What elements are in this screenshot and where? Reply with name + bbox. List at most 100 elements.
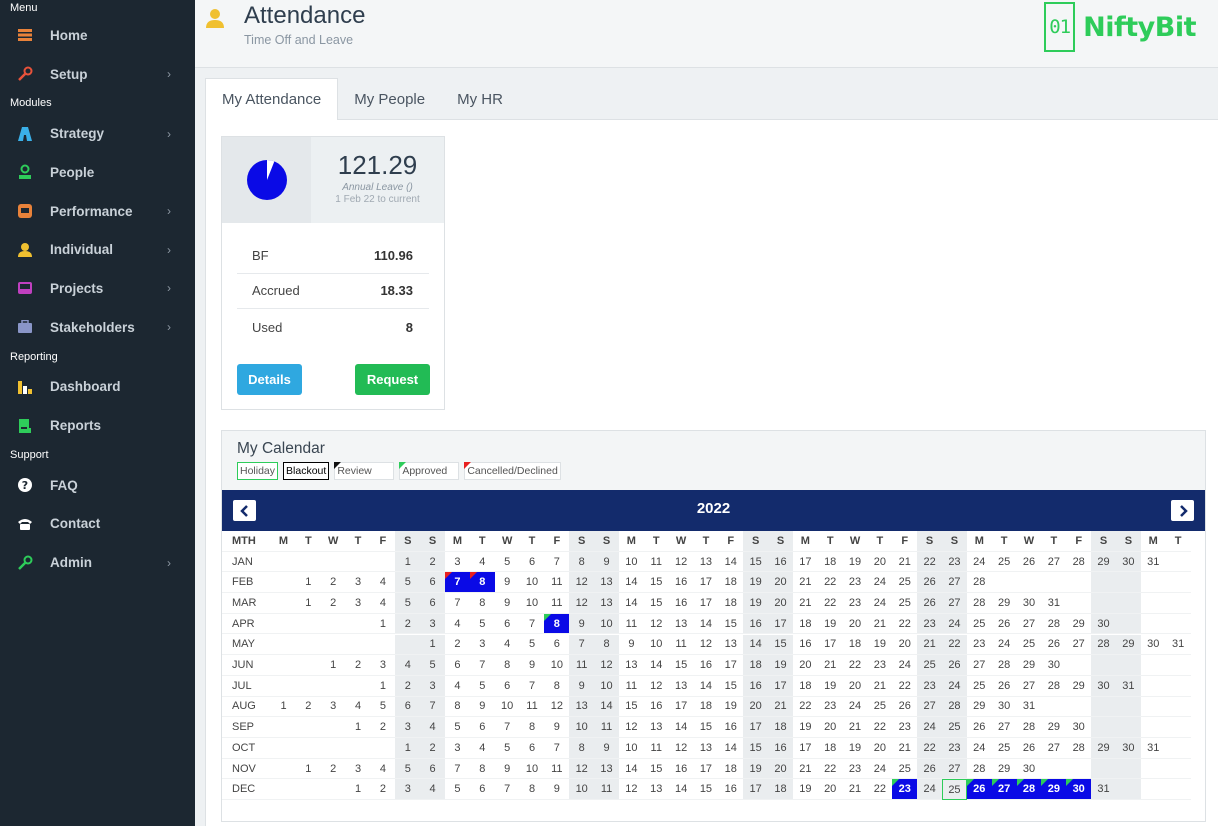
calendar-day[interactable]: 24 bbox=[941, 613, 967, 635]
calendar-day[interactable]: 25 bbox=[892, 759, 918, 780]
calendar-day[interactable]: 3 bbox=[469, 635, 495, 656]
calendar-day[interactable]: 28 bbox=[1016, 779, 1042, 801]
calendar-day[interactable]: 2 bbox=[395, 675, 421, 697]
calendar-day[interactable]: 11 bbox=[519, 697, 545, 718]
calendar-day[interactable]: 11 bbox=[668, 635, 694, 656]
calendar-day[interactable]: 1 bbox=[370, 614, 396, 635]
calendar-day[interactable]: 4 bbox=[370, 572, 396, 594]
calendar-day[interactable]: 18 bbox=[718, 759, 744, 780]
calendar-day[interactable]: 2 bbox=[295, 697, 321, 718]
calendar-day[interactable]: 24 bbox=[966, 738, 992, 759]
calendar-day[interactable]: 14 bbox=[668, 779, 694, 801]
calendar-day[interactable]: 29 bbox=[1041, 779, 1067, 801]
calendar-day[interactable]: 17 bbox=[768, 613, 793, 635]
calendar-day[interactable]: 13 bbox=[718, 635, 744, 656]
calendar-day[interactable]: 22 bbox=[842, 655, 868, 676]
calendar-day[interactable]: 13 bbox=[693, 738, 719, 759]
calendar-day[interactable]: 17 bbox=[743, 779, 769, 801]
calendar-day[interactable]: 6 bbox=[494, 676, 520, 697]
calendar-day[interactable]: 19 bbox=[867, 635, 893, 656]
calendar-day[interactable]: 21 bbox=[892, 552, 918, 573]
calendar-day[interactable]: 24 bbox=[867, 759, 893, 780]
calendar-day[interactable]: 21 bbox=[917, 634, 943, 656]
calendar-day[interactable]: 12 bbox=[643, 614, 669, 635]
sidebar-item-performance[interactable]: Performance › bbox=[0, 192, 195, 231]
calendar-day[interactable]: 7 bbox=[420, 696, 446, 718]
calendar-day[interactable]: 7 bbox=[494, 717, 520, 738]
calendar-day[interactable]: 30 bbox=[1140, 635, 1166, 656]
calendar-day[interactable]: 27 bbox=[1016, 614, 1042, 635]
calendar-day[interactable]: 21 bbox=[768, 696, 793, 718]
calendar-day[interactable]: 28 bbox=[1016, 717, 1042, 738]
calendar-day[interactable]: 14 bbox=[618, 759, 644, 780]
calendar-day[interactable]: 28 bbox=[1091, 634, 1117, 656]
calendar-day[interactable]: 25 bbox=[991, 552, 1017, 573]
calendar-day[interactable]: 6 bbox=[494, 614, 520, 635]
calendar-day[interactable]: 22 bbox=[817, 759, 843, 780]
calendar-day[interactable]: 10 bbox=[519, 759, 545, 780]
calendar-day[interactable]: 5 bbox=[519, 635, 545, 656]
calendar-day[interactable]: 28 bbox=[966, 593, 992, 614]
calendar-day[interactable]: 8 bbox=[519, 779, 545, 801]
calendar-day[interactable]: 26 bbox=[966, 779, 992, 801]
calendar-day[interactable]: 29 bbox=[966, 697, 992, 718]
calendar-day[interactable]: 4 bbox=[370, 593, 396, 614]
calendar-day[interactable]: 1 bbox=[295, 572, 321, 594]
calendar-day[interactable]: 25 bbox=[892, 572, 918, 594]
calendar-day[interactable]: 15 bbox=[768, 634, 793, 656]
calendar-day[interactable]: 9 bbox=[494, 593, 520, 614]
calendar-day[interactable]: 24 bbox=[991, 635, 1017, 656]
calendar-day[interactable]: 6 bbox=[420, 758, 446, 780]
calendar-day[interactable]: 24 bbox=[917, 717, 943, 738]
calendar-day[interactable]: 9 bbox=[569, 613, 595, 635]
calendar-day[interactable]: 23 bbox=[917, 675, 943, 697]
calendar-day[interactable]: 12 bbox=[618, 779, 644, 801]
sidebar-item-people[interactable]: People bbox=[0, 153, 195, 192]
calendar-day[interactable]: 21 bbox=[842, 779, 868, 801]
calendar-day[interactable]: 22 bbox=[817, 593, 843, 614]
calendar-day[interactable]: 11 bbox=[643, 738, 669, 759]
calendar-day[interactable]: 26 bbox=[941, 655, 967, 676]
calendar-day[interactable]: 14 bbox=[668, 717, 694, 738]
calendar-day[interactable]: 3 bbox=[444, 738, 470, 759]
calendar-day[interactable]: 14 bbox=[693, 614, 719, 635]
calendar-day[interactable]: 26 bbox=[917, 572, 943, 594]
calendar-day[interactable]: 9 bbox=[569, 675, 595, 697]
calendar-day[interactable]: 31 bbox=[1016, 697, 1042, 718]
calendar-day[interactable]: 1 bbox=[395, 551, 421, 573]
calendar-day[interactable]: 24 bbox=[966, 552, 992, 573]
calendar-day[interactable]: 19 bbox=[842, 738, 868, 759]
calendar-day[interactable]: 18 bbox=[743, 655, 769, 676]
sidebar-item-dashboard[interactable]: Dashboard bbox=[0, 368, 195, 407]
calendar-day[interactable]: 4 bbox=[494, 635, 520, 656]
calendar-day[interactable]: 15 bbox=[718, 614, 744, 635]
calendar-day[interactable]: 16 bbox=[668, 593, 694, 614]
calendar-day[interactable]: 15 bbox=[693, 717, 719, 738]
calendar-day[interactable]: 30 bbox=[1115, 738, 1141, 759]
calendar-day[interactable]: 24 bbox=[892, 655, 918, 676]
calendar-day[interactable]: 23 bbox=[842, 593, 868, 614]
calendar-day[interactable]: 13 bbox=[594, 758, 620, 780]
calendar-day[interactable]: 19 bbox=[792, 779, 818, 801]
calendar-day[interactable]: 30 bbox=[1016, 593, 1042, 614]
calendar-day[interactable]: 25 bbox=[1016, 635, 1042, 656]
calendar-day[interactable]: 3 bbox=[395, 779, 421, 801]
sidebar-item-home[interactable]: Home bbox=[0, 16, 195, 55]
calendar-day[interactable]: 8 bbox=[469, 759, 495, 780]
calendar-day[interactable]: 18 bbox=[792, 614, 818, 635]
calendar-day[interactable]: 23 bbox=[892, 717, 918, 738]
calendar-day[interactable]: 28 bbox=[1066, 738, 1092, 759]
calendar-day[interactable]: 19 bbox=[743, 593, 769, 614]
calendar-day[interactable]: 16 bbox=[768, 738, 793, 759]
calendar-day[interactable]: 19 bbox=[842, 552, 868, 573]
calendar-day[interactable]: 6 bbox=[544, 635, 570, 656]
calendar-day[interactable]: 27 bbox=[917, 696, 943, 718]
calendar-day[interactable]: 15 bbox=[693, 779, 719, 801]
calendar-day[interactable]: 6 bbox=[395, 696, 421, 718]
calendar-day[interactable]: 21 bbox=[792, 572, 818, 594]
calendar-day[interactable]: 12 bbox=[643, 676, 669, 697]
calendar-day[interactable]: 5 bbox=[494, 552, 520, 573]
calendar-day[interactable]: 19 bbox=[743, 572, 769, 594]
calendar-day[interactable]: 19 bbox=[817, 614, 843, 635]
calendar-day[interactable]: 17 bbox=[817, 635, 843, 656]
